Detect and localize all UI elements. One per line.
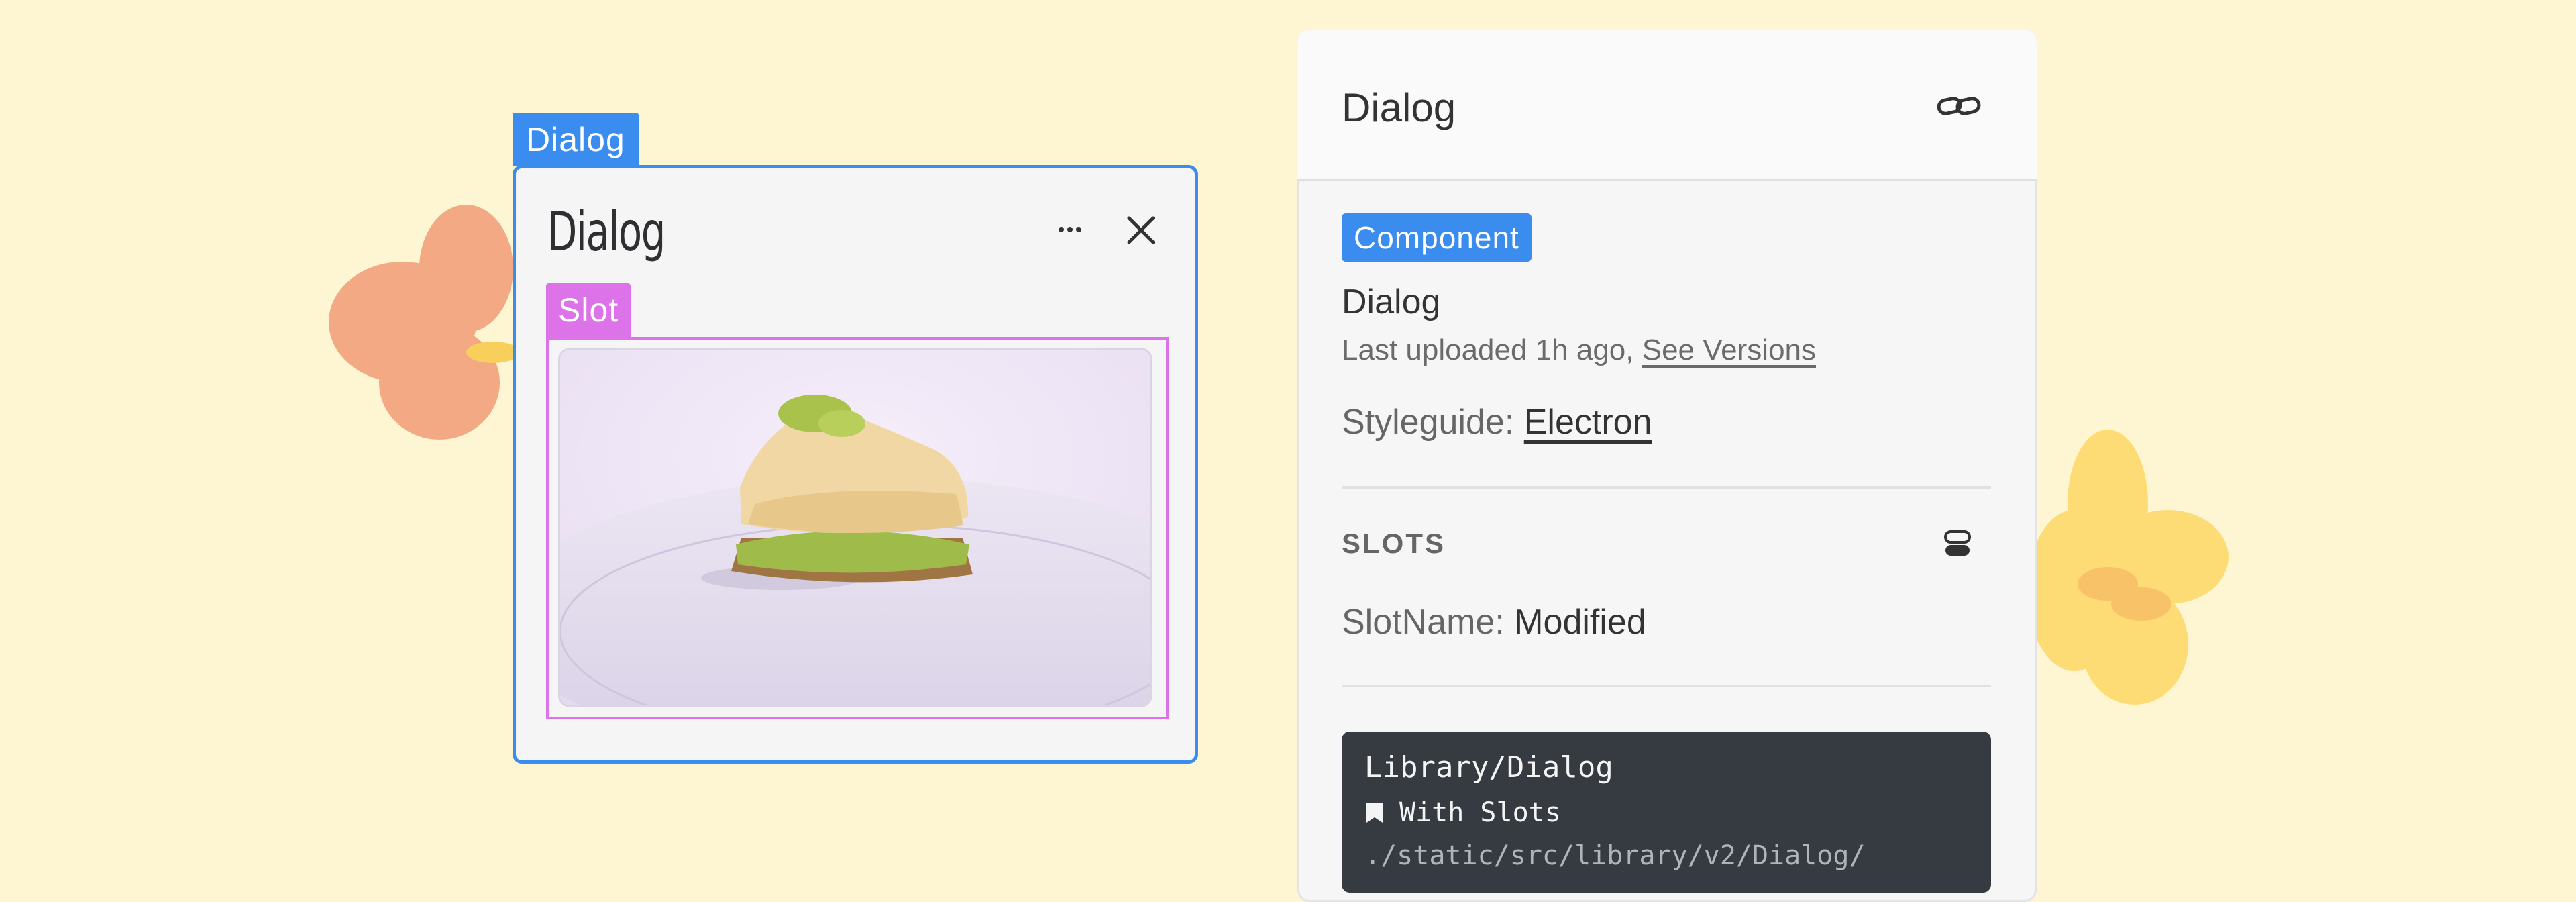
upload-info: Last uploaded 1h ago, See Versions (1342, 332, 1816, 369)
code-block: Library/Dialog With Slots ./static/src/l… (1342, 732, 1991, 893)
preview-dialog-title: Dialog (547, 201, 665, 263)
component-badge: Component (1342, 213, 1532, 262)
code-path: Library/Dialog (1364, 750, 1613, 785)
styleguide-row: Styleguide: Electron (1342, 400, 1652, 444)
component-name: Dialog (1342, 283, 1441, 321)
slots-heading: SLOTS (1342, 528, 1446, 559)
slot-tag: Slot (546, 283, 631, 337)
code-story-line: With Slots (1364, 797, 1561, 828)
close-icon[interactable] (1118, 207, 1165, 254)
yellow-flower-decoration (2034, 430, 2229, 705)
styleguide-link[interactable]: Electron (1524, 403, 1652, 442)
bookmark-icon (1366, 803, 1383, 823)
divider (1342, 486, 1991, 489)
ellipsis-icon[interactable] (1046, 208, 1093, 248)
code-story-name: With Slots (1399, 797, 1561, 828)
slot-name-label: SlotName: (1342, 603, 1505, 642)
baklava-photo (558, 348, 1152, 707)
panel-title: Dialog (1342, 85, 1456, 130)
divider (1342, 685, 1991, 687)
orange-flower-decoration (329, 205, 520, 440)
dialog-component-tag: Dialog (513, 113, 639, 166)
slot-name-value: Modified (1514, 603, 1646, 642)
code-file-path: ./static/src/library/v2/Dialog/ (1364, 840, 1866, 871)
upload-time-text: Last uploaded 1h ago, (1342, 334, 1634, 366)
see-versions-link[interactable]: See Versions (1642, 334, 1816, 366)
styleguide-label: Styleguide: (1342, 403, 1515, 442)
link-icon[interactable] (1935, 86, 1983, 126)
slot-name-row: SlotName: Modified (1342, 600, 1646, 644)
toggle-slots-icon[interactable] (1943, 528, 1972, 560)
